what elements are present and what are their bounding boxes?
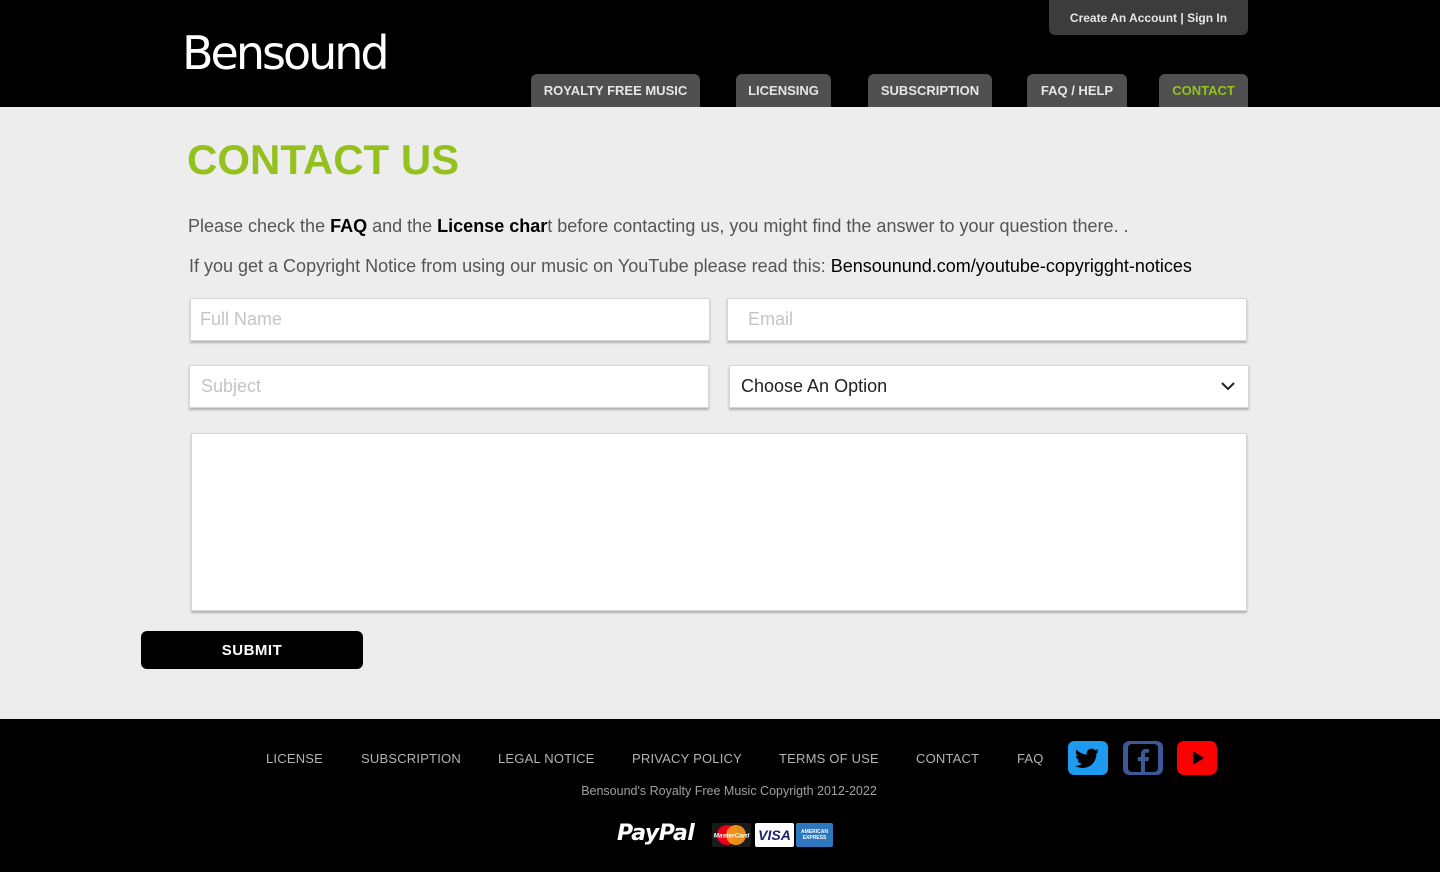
bensound-logo[interactable]: Bensound — [182, 30, 410, 76]
submit-button[interactable]: SUBMIT — [141, 631, 363, 669]
footer-link-privacy-policy[interactable]: PRIVACY POLICY — [632, 751, 742, 766]
intro-mid: and the — [367, 216, 438, 236]
copyright-text: Bensound's Royalty Free Music Copyrigth … — [581, 784, 877, 798]
full-name-input[interactable] — [190, 298, 710, 341]
youtube-copyright-link[interactable]: Bensounund.com/youtube-copyrigght-notice… — [831, 256, 1192, 276]
topic-select[interactable]: Choose An Option — [729, 365, 1249, 408]
footer-link-faq[interactable]: FAQ — [1017, 751, 1044, 766]
youtube-icon[interactable] — [1177, 741, 1217, 775]
footer-link-license[interactable]: LICENSE — [266, 751, 323, 766]
nav-tab-subscription[interactable]: SUBSCRIPTION — [868, 74, 992, 107]
nav-tab-licensing[interactable]: LICENSING — [736, 74, 831, 107]
chevron-down-icon — [1221, 382, 1235, 391]
footer-link-legal-notice[interactable]: LEGAL NOTICE — [498, 751, 595, 766]
intro-pre: Please check the — [188, 216, 331, 236]
footer-link-terms-of-use[interactable]: TERMS OF USE — [779, 751, 879, 766]
footer-link-subscription[interactable]: SUBSCRIPTION — [361, 751, 461, 766]
faq-link[interactable]: FAQ — [330, 216, 367, 236]
twitter-icon[interactable] — [1068, 741, 1108, 775]
youtube-notice-text: If you get a Copyright Notice from using… — [189, 255, 1192, 277]
mastercard-logo: MasterCard — [712, 823, 751, 847]
site-footer: LICENSE SUBSCRIPTION LEGAL NOTICE PRIVAC… — [0, 719, 1440, 872]
site-header: Bensound Create An Account | Sign In ROY… — [0, 0, 1440, 107]
create-account-sign-in-link[interactable]: Create An Account | Sign In — [1049, 0, 1248, 35]
footer-link-contact[interactable]: CONTACT — [916, 751, 979, 766]
nav-tab-royalty-free-music[interactable]: ROYALTY FREE MUSIC — [531, 74, 700, 107]
mastercard-icon: MasterCard — [714, 825, 751, 845]
youtube-notice-label: If you get a Copyright Notice from using… — [189, 256, 831, 276]
visa-logo: VISA — [755, 823, 794, 847]
nav-tab-faq-help[interactable]: FAQ / HELP — [1027, 74, 1127, 107]
nav-tab-contact[interactable]: CONTACT — [1159, 74, 1248, 107]
intro-text: Please check the FAQ and the License cha… — [188, 215, 1129, 237]
facebook-icon[interactable] — [1123, 741, 1163, 775]
email-input[interactable] — [727, 298, 1247, 341]
page-title: CONTACT US — [187, 136, 460, 183]
license-chart-link[interactable]: License char — [437, 216, 547, 236]
topic-select-value: Choose An Option — [741, 376, 888, 396]
paypal-logo: PayPal — [617, 821, 695, 846]
intro-post: t before contacting us, you might find t… — [547, 216, 1129, 236]
amex-logo: AMERICAN EXPRESS — [796, 823, 833, 847]
mastercard-label: MasterCard — [714, 833, 751, 840]
message-textarea[interactable] — [191, 433, 1247, 611]
subject-input[interactable] — [189, 365, 709, 408]
